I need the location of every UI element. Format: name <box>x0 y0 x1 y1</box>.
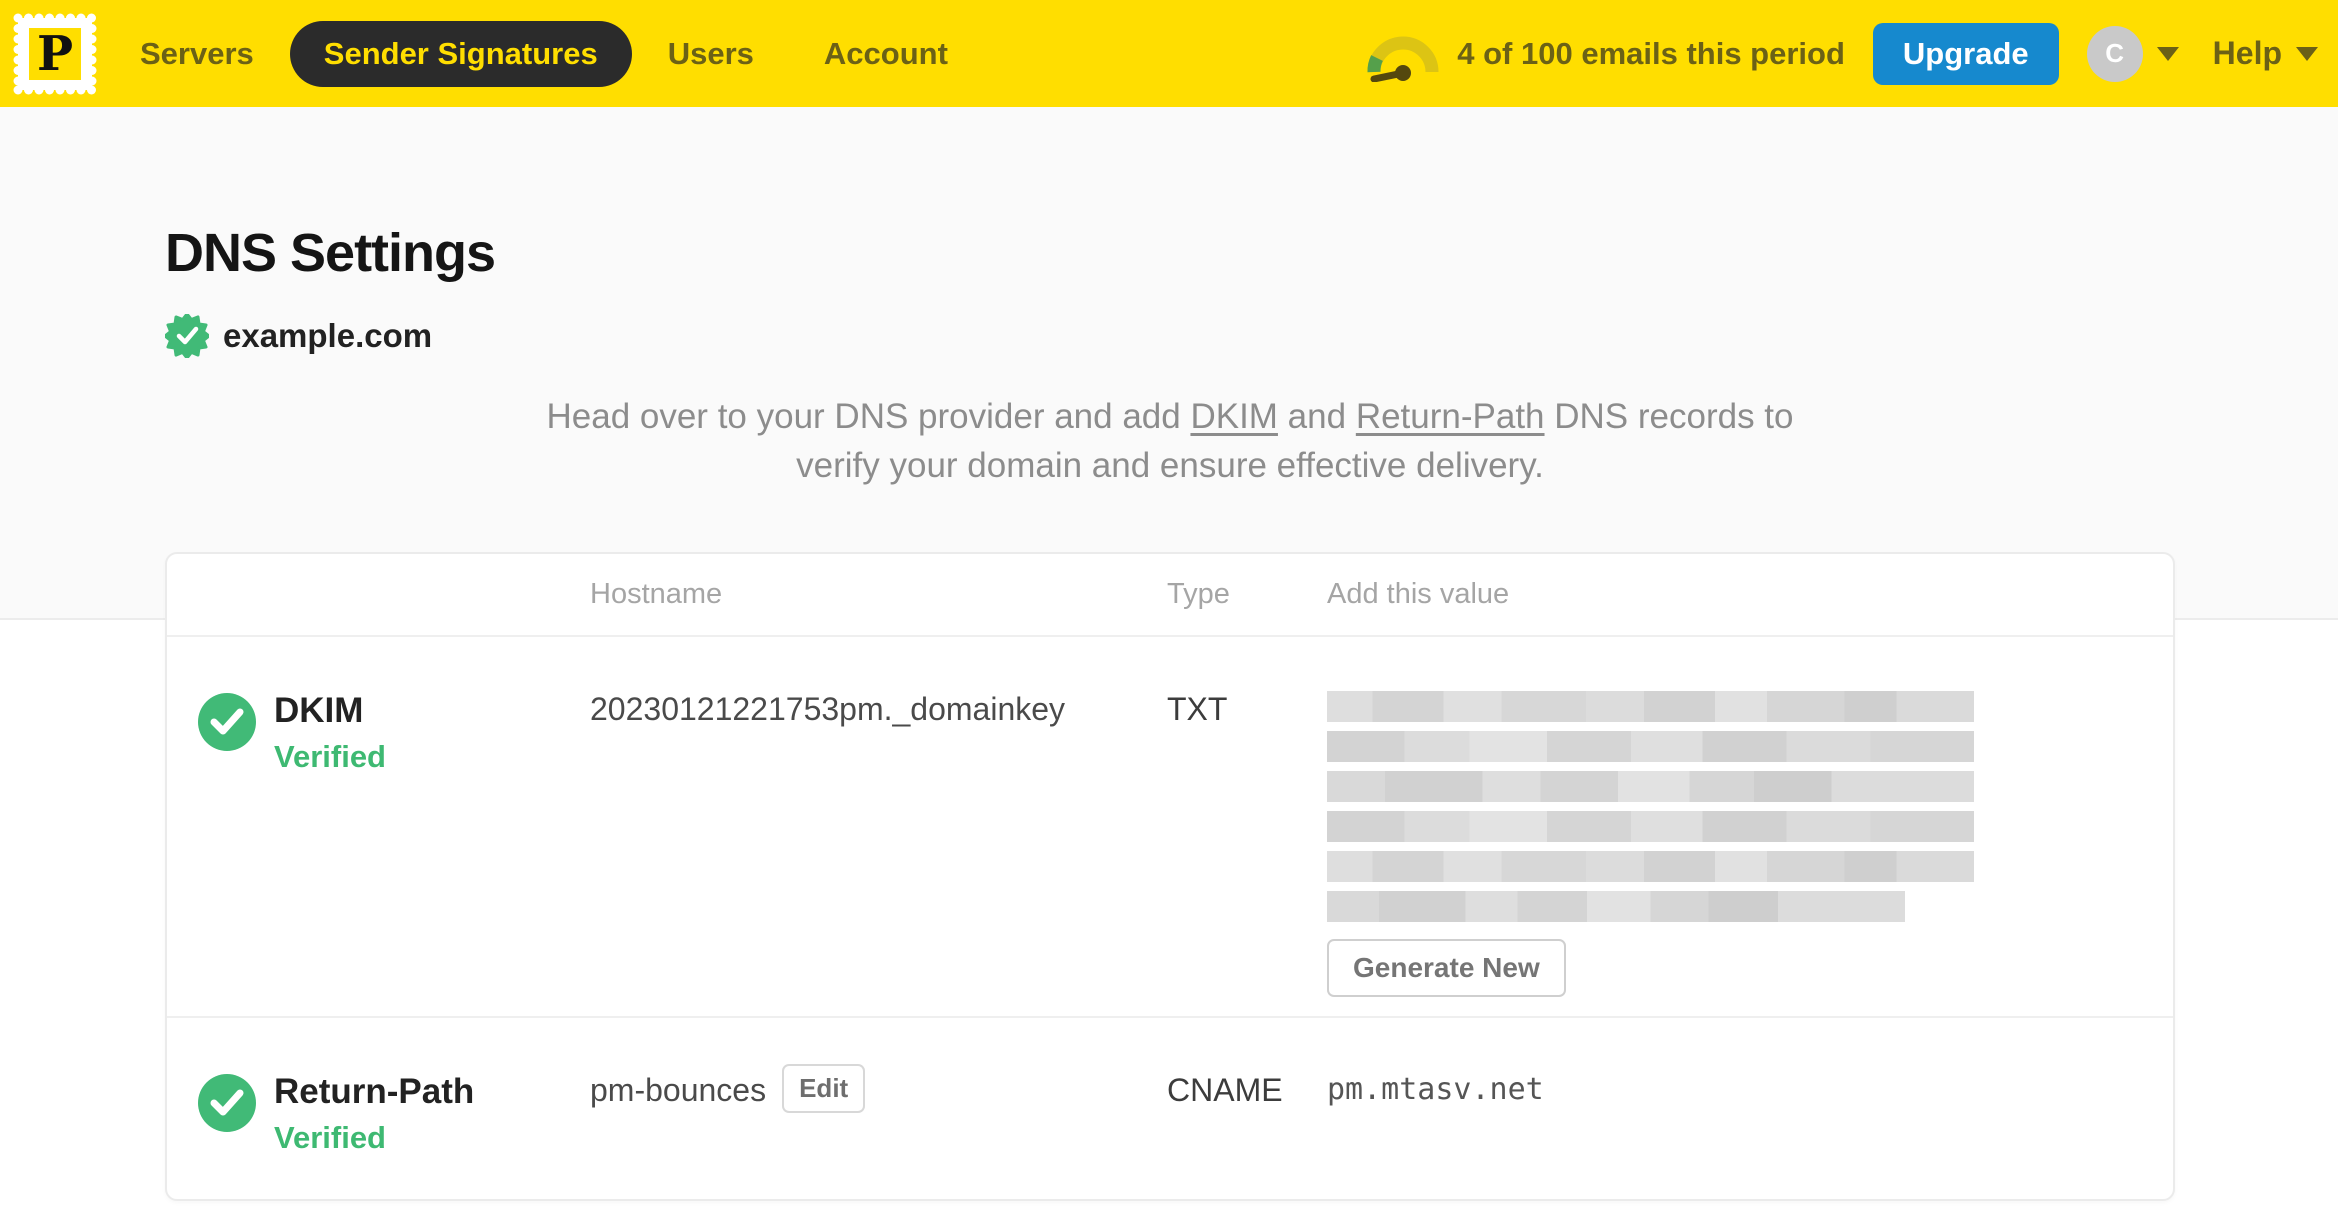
help-menu[interactable]: Help <box>2213 35 2318 72</box>
column-header-hostname: Hostname <box>590 578 723 610</box>
return-path-hostname-value: pm-bounces <box>590 1072 767 1108</box>
instructions-part1: Head over to your DNS provider and add <box>546 397 1191 436</box>
account-menu[interactable]: C <box>2086 25 2179 82</box>
nav-item-users[interactable]: Users <box>634 21 788 87</box>
return-path-value: pm.mtasv.net <box>1327 1072 1544 1107</box>
main-content: DNS Settings example.com Head over to yo… <box>165 222 2175 1201</box>
usage-text: 4 of 100 emails this period <box>1457 35 1845 71</box>
dkim-hostname-value: 20230121221753pm._domainkey <box>590 691 1066 727</box>
upgrade-button[interactable]: Upgrade <box>1872 22 2059 85</box>
redacted-value-bar <box>1327 811 1974 842</box>
nav-item-sender-signatures[interactable]: Sender Signatures <box>289 20 632 87</box>
verified-seal-icon <box>165 314 209 358</box>
instructions-text: Head over to your DNS provider and add D… <box>535 392 1805 490</box>
usage-meter[interactable]: 4 of 100 emails this period <box>1365 26 1845 82</box>
status-badge: Verified <box>274 739 386 774</box>
status-badge: Verified <box>274 1120 386 1155</box>
redacted-value-bar <box>1327 691 1974 722</box>
table-row-return-path: Return-Path Verified pm-bounces Edit CNA… <box>167 1016 2173 1199</box>
dns-settings-page: P Servers Sender Signatures Users Accoun… <box>0 0 2338 1222</box>
navbar-right: 4 of 100 emails this period Upgrade C He… <box>1365 22 2318 85</box>
record-name: Return-Path <box>274 1072 475 1111</box>
verified-domain: example.com <box>165 314 2175 358</box>
table-row-dkim: DKIM Verified 20230121221753pm._domainke… <box>167 635 2173 1016</box>
column-header-add-this-value: Add this value <box>1327 578 1510 610</box>
instructions-part2: and <box>1277 397 1356 436</box>
return-path-link[interactable]: Return-Path <box>1356 397 1545 436</box>
edit-button[interactable]: Edit <box>782 1064 866 1113</box>
dkim-link[interactable]: DKIM <box>1190 397 1278 436</box>
redacted-value-bar <box>1327 771 1974 802</box>
check-circle-icon <box>198 1074 256 1132</box>
logo-letter: P <box>37 26 73 82</box>
dkim-value-cell: Generate New <box>1327 637 2173 1016</box>
dkim-hostname: 20230121221753pm._domainkey <box>590 637 1167 1016</box>
chevron-down-icon <box>2156 46 2179 61</box>
help-label: Help <box>2212 35 2282 71</box>
return-path-status-cell: Return-Path Verified <box>167 1018 590 1199</box>
gauge-icon <box>1367 36 1439 82</box>
postmark-stamp-logo[interactable]: P <box>10 10 100 98</box>
table-header-row: Hostname Type Add this value <box>167 554 2173 635</box>
generate-new-button[interactable]: Generate New <box>1327 939 1566 997</box>
redacted-value-bar <box>1327 731 1974 762</box>
check-circle-icon <box>198 693 256 751</box>
record-name: DKIM <box>274 691 364 730</box>
domain-name: example.com <box>223 317 433 354</box>
dkim-status-cell: DKIM Verified <box>167 637 590 1016</box>
return-path-hostname: pm-bounces Edit <box>590 1018 1167 1199</box>
redacted-value-bar <box>1327 891 1905 922</box>
return-path-type: CNAME <box>1167 1072 1283 1108</box>
top-navbar: P Servers Sender Signatures Users Accoun… <box>0 0 2338 107</box>
redacted-value-block <box>1327 691 2113 922</box>
chevron-down-icon <box>2296 46 2318 61</box>
nav-item-account[interactable]: Account <box>790 21 982 87</box>
avatar[interactable]: C <box>2086 25 2143 82</box>
redacted-value-bar <box>1327 851 1974 882</box>
column-header-type: Type <box>1167 578 1230 610</box>
page-title: DNS Settings <box>165 223 496 283</box>
dns-records-card: Hostname Type Add this value DKIM Verifi… <box>165 552 2175 1201</box>
primary-nav: Servers Sender Signatures Users Account <box>106 20 982 87</box>
nav-item-servers[interactable]: Servers <box>106 21 288 87</box>
dkim-type: TXT <box>1167 691 1228 727</box>
